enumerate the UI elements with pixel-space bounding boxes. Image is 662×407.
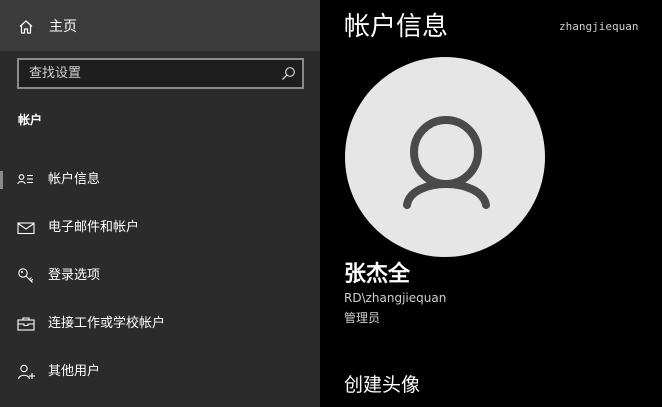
page-title: 帐户信息 — [344, 12, 449, 42]
settings-sidebar: 主页 帐户 帐户信息 — [0, 0, 320, 407]
account-id: RD\zhangjiequan — [344, 291, 447, 305]
sidebar-item-account-info[interactable]: 帐户信息 — [0, 157, 320, 203]
home-nav-item[interactable]: 主页 — [0, 0, 320, 51]
avatar — [345, 57, 545, 257]
sidebar-item-label: 登录选项 — [48, 268, 101, 283]
home-label: 主页 — [49, 19, 77, 35]
user-silhouette-icon — [403, 116, 490, 209]
section-title: 帐户 — [18, 113, 43, 127]
key-icon — [17, 267, 35, 285]
search-icon[interactable] — [281, 66, 296, 81]
add-person-icon — [17, 363, 35, 381]
settings-search-box[interactable] — [17, 58, 304, 89]
search-input[interactable] — [19, 60, 274, 87]
sidebar-item-label: 其他用户 — [48, 364, 101, 379]
sidebar-item-label: 电子邮件和帐户 — [48, 220, 140, 235]
sidebar-item-sign-in-options[interactable]: 登录选项 — [0, 253, 320, 299]
selected-indicator — [0, 171, 3, 189]
create-avatar-heading: 创建头像 — [344, 374, 421, 396]
display-name: 张杰全 — [344, 262, 411, 287]
sidebar-item-email-accounts[interactable]: 电子邮件和帐户 — [0, 205, 320, 251]
current-username: zhangjiequan — [559, 20, 639, 33]
sidebar-item-label: 帐户信息 — [48, 172, 101, 187]
sidebar-item-label: 连接工作或学校帐户 — [48, 316, 166, 331]
account-role: 管理员 — [344, 311, 381, 325]
person-list-icon — [17, 171, 35, 189]
sidebar-item-other-users[interactable]: 其他用户 — [0, 349, 320, 395]
mail-icon — [17, 219, 35, 237]
sidebar-item-work-school[interactable]: 连接工作或学校帐户 — [0, 301, 320, 347]
briefcase-icon — [17, 315, 35, 333]
home-icon — [18, 19, 34, 35]
